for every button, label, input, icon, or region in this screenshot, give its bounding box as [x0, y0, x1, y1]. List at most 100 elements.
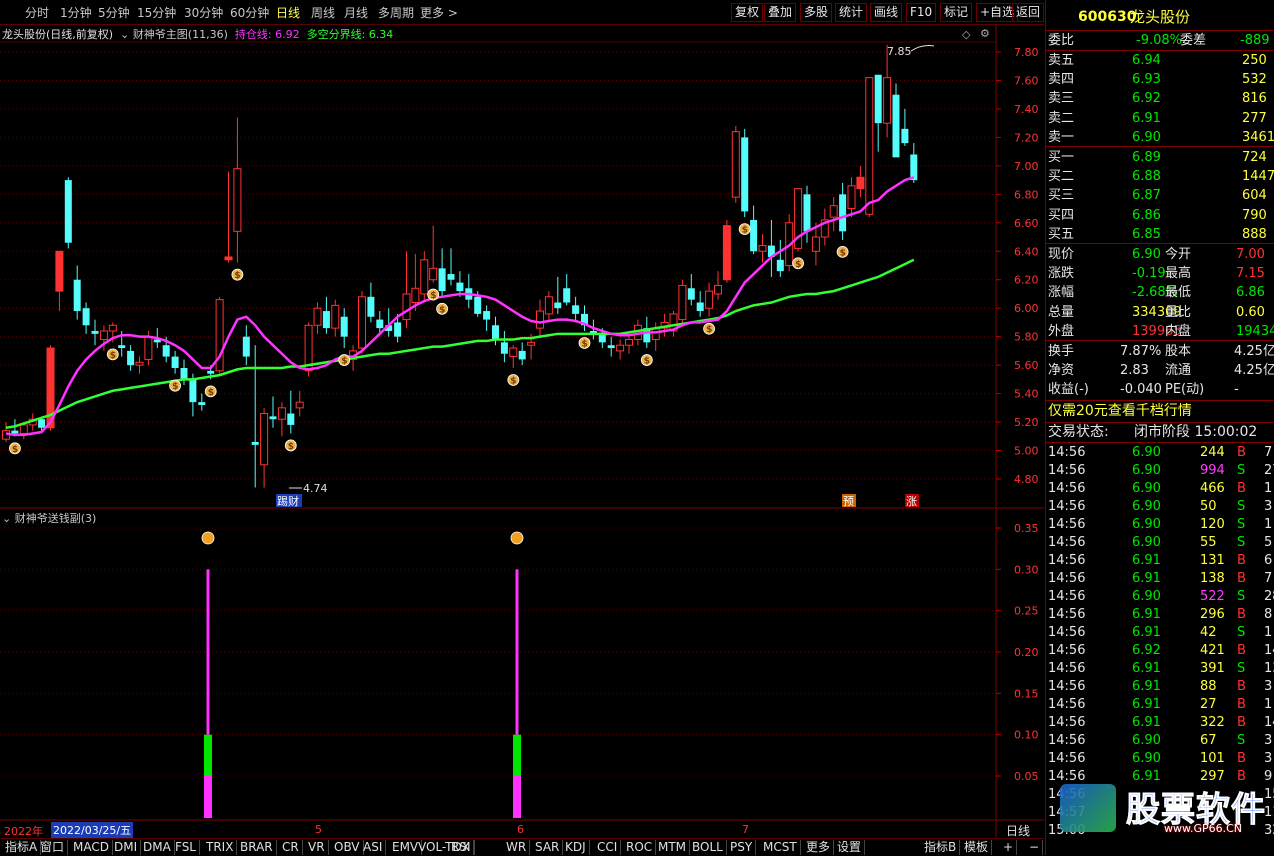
candle-body	[287, 413, 295, 425]
indicator-tab[interactable]: SAR	[532, 840, 564, 855]
stat-value: 6.90	[1132, 247, 1161, 262]
tick-time: 14:56	[1048, 481, 1086, 496]
y-tick-label: 7.60	[1014, 74, 1039, 87]
tick-volume: 55	[1200, 535, 1217, 550]
tick-direction: S	[1237, 661, 1246, 676]
candle-body	[331, 304, 340, 329]
status-row: 交易状态: 闭市阶段 15:00:02	[1046, 423, 1274, 441]
cursor-date: 2022/03/25/五	[51, 822, 134, 838]
money-bag-icon: $	[795, 260, 801, 270]
tick-direction: S	[1237, 517, 1246, 532]
ask-price: 6.93	[1132, 72, 1161, 88]
y-tick-label: 5.20	[1014, 416, 1039, 429]
candle-body	[572, 305, 580, 314]
ask-price: 6.92	[1132, 91, 1161, 107]
tick-row: 14:56 6.91 42 S 1	[1046, 624, 1274, 642]
indicator-tab[interactable]: WR	[503, 840, 531, 855]
indicator-tab[interactable]: 指标A	[2, 840, 42, 855]
stat-value: 2.83	[1120, 363, 1149, 379]
ask-price: 6.91	[1132, 110, 1161, 126]
tick-volume: 421	[1200, 643, 1225, 658]
indicator-tab[interactable]: 窗口	[37, 840, 69, 855]
y-tick-label: 0.35	[1014, 522, 1039, 535]
candle-body	[518, 350, 526, 360]
collapse-icon[interactable]: ⌄	[2, 512, 15, 525]
template-tab[interactable]: +	[1000, 840, 1018, 855]
indicator-tab[interactable]: ROC	[623, 840, 657, 855]
tick-direction: B	[1237, 679, 1246, 694]
tick-direction: S	[1237, 463, 1246, 478]
candle-body	[544, 296, 553, 315]
tick-count: 1	[1264, 517, 1273, 532]
tick-volume: 466	[1200, 481, 1225, 496]
ask-volume: 816	[1242, 91, 1267, 107]
stat-value: -0.19	[1132, 266, 1166, 282]
tick-price: 6.91	[1132, 661, 1161, 676]
stat-value: 194344	[1236, 323, 1274, 339]
sub-indicator-name[interactable]: 财神爷送钱副(3)	[15, 512, 97, 525]
tick-count: 28	[1264, 589, 1274, 604]
period-label[interactable]: 日线	[1006, 822, 1030, 839]
signal-marker-label: 涨	[906, 495, 917, 508]
indicator-tab[interactable]: TRIX	[203, 840, 238, 855]
tick-count: 3	[1264, 499, 1273, 514]
indicator-tab[interactable]: MCST	[760, 840, 801, 855]
indicator-tab[interactable]: KDJ	[562, 840, 590, 855]
indicator-tab[interactable]: RSI	[448, 840, 475, 855]
template-tab[interactable]: −	[1026, 840, 1044, 855]
indicator-tab[interactable]: ASI	[360, 840, 387, 855]
kline-chart[interactable]: 7.80 7.60 7.40 7.20 7.00 6.80 6.60 6.40 6.20 6.00…	[0, 0, 1044, 838]
tick-direction: S	[1237, 535, 1246, 550]
ask-label: 卖一	[1048, 129, 1075, 145]
indicator-tab[interactable]: VR	[305, 840, 329, 855]
high-arrow	[910, 45, 935, 52]
candle-body	[883, 77, 892, 124]
indicator-tab[interactable]: PSY	[727, 840, 757, 855]
ask-label: 卖二	[1048, 110, 1075, 126]
indicator-tab[interactable]: OBV	[331, 840, 364, 855]
indicator-tab[interactable]: DMI	[111, 840, 142, 855]
indicator-tab[interactable]: 设置	[834, 840, 866, 855]
indicator-tab[interactable]: CR	[279, 840, 303, 855]
ask-label: 卖三	[1048, 91, 1075, 107]
tick-price: 6.91	[1132, 679, 1161, 694]
money-bag-icon: $	[172, 382, 178, 392]
tick-row: 14:56 6.91 322 B 14	[1046, 714, 1274, 732]
tick-price: 6.90	[1132, 535, 1161, 550]
tick-direction: S	[1237, 589, 1246, 604]
promo-row[interactable]: 仅需20元查看千档行情	[1046, 402, 1274, 420]
signal-marker-label: 预	[843, 495, 854, 508]
indicator-tab[interactable]: BRAR	[237, 840, 277, 855]
candle-body	[420, 259, 429, 295]
indicator-tab[interactable]: MACD	[70, 840, 113, 855]
template-tab[interactable]: 指标B	[921, 840, 961, 855]
candle-body	[811, 236, 820, 252]
indicator-tab[interactable]: DMA	[140, 840, 175, 855]
bid-row: 买三 6.87 604	[1046, 187, 1274, 205]
candle-body	[340, 316, 348, 337]
indicator-tab[interactable]: BOLL	[689, 840, 727, 855]
indicator-tab[interactable]: CCI	[594, 840, 622, 855]
tick-count: 14	[1264, 643, 1274, 658]
money-bag-icon: $	[341, 357, 347, 367]
y-tick-label: 6.80	[1014, 188, 1039, 201]
indicator-tab[interactable]: MTM	[655, 840, 691, 855]
candle-body	[910, 154, 918, 181]
template-tab[interactable]: 模板	[961, 840, 993, 855]
candle-body	[714, 284, 722, 295]
tick-volume: 994	[1200, 463, 1225, 478]
weibi-value: -9.08%	[1136, 33, 1182, 48]
indicator-tab[interactable]: 更多	[803, 840, 835, 855]
stat-label: 今开	[1165, 247, 1192, 262]
indicator-tab[interactable]: FSL	[172, 840, 200, 855]
tick-direction: B	[1237, 751, 1246, 766]
stat-value: 6.86	[1236, 285, 1265, 301]
month-label: 7	[742, 823, 749, 836]
promo-text[interactable]: 仅需20元查看千档行情	[1048, 402, 1192, 420]
stat-label: 股本	[1165, 344, 1192, 359]
tick-count: 1	[1264, 697, 1273, 712]
candle-body	[358, 296, 366, 349]
tick-time: 14:56	[1048, 697, 1086, 712]
candle-body	[536, 310, 544, 329]
candle-body	[856, 177, 864, 189]
